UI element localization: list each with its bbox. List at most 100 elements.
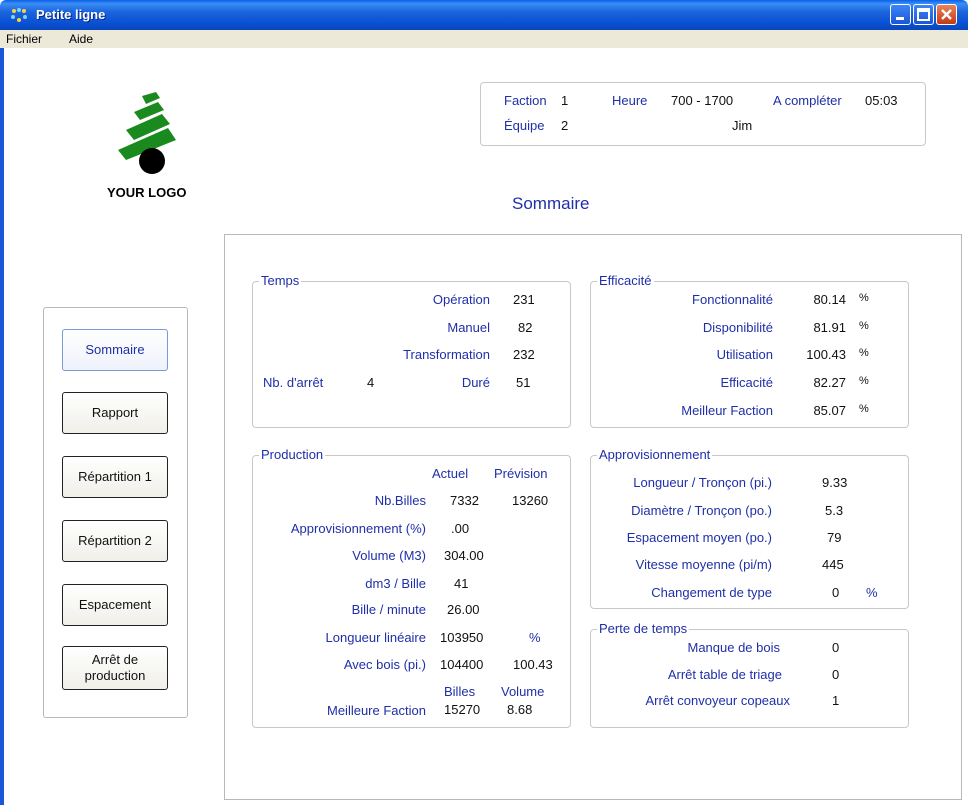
meilleur-faction-value: 85.07	[813, 403, 846, 418]
diametre-troncon-label: Diamètre / Tronçon (po.)	[631, 503, 772, 518]
operation-label: Opération	[432, 292, 490, 307]
col-actuel-header: Actuel	[432, 466, 469, 481]
efficacite-title: Efficacité	[597, 273, 654, 288]
col-prevision-header: Prévision	[494, 466, 548, 481]
equipe-label: Équipe	[504, 118, 545, 133]
production-title: Production	[259, 447, 326, 462]
transformation-label: Transformation	[403, 347, 490, 362]
arret-convoyeur-value: 1	[832, 693, 840, 708]
vitesse-moyenne-label: Vitesse moyenne (pi/m)	[635, 557, 772, 572]
arret-table-triage-value: 0	[832, 667, 840, 682]
fonctionnalite-value: 80.14	[813, 292, 846, 307]
nav-button-repartition-1[interactable]: Répartition 1	[62, 456, 168, 498]
approvisionnement-title: Approvisionnement	[597, 447, 713, 462]
meilleur-faction-label: Meilleur Faction	[681, 403, 773, 418]
utilisation-label: Utilisation	[716, 347, 773, 362]
volume-label: Volume (M3)	[352, 548, 426, 563]
arret-table-triage-label: Arrêt table de triage	[667, 667, 782, 682]
espacement-moyen-label: Espacement moyen (po.)	[626, 530, 772, 545]
manque-bois-value: 0	[832, 640, 840, 655]
longueur-troncon-value: 9.33	[822, 475, 848, 490]
operation-value: 231	[513, 292, 535, 307]
menu-aide[interactable]: Aide	[69, 32, 93, 46]
perte-temps-title: Perte de temps	[597, 621, 690, 636]
manque-bois-label: Manque de bois	[687, 640, 780, 655]
app-icon	[11, 8, 27, 22]
close-icon	[941, 9, 952, 20]
nav-button-espacement[interactable]: Espacement	[62, 584, 168, 626]
nav-button-arret-production[interactable]: Arrêt de production	[62, 646, 168, 690]
col-billes-header: Billes	[444, 684, 476, 699]
meilleure-faction-volume: 8.68	[507, 702, 533, 717]
maximize-icon	[917, 8, 930, 21]
longueur-lineaire-actuel: 103950	[440, 630, 484, 645]
fonctionnalite-label: Fonctionnalité	[692, 292, 773, 307]
col-volume-header: Volume	[501, 684, 545, 699]
faction-value: 1	[561, 93, 569, 108]
arret-convoyeur-label: Arrêt convoyeur copeaux	[645, 693, 790, 708]
vitesse-moyenne-value: 445	[822, 557, 844, 572]
utilisation-unit: %	[859, 347, 869, 359]
nav-button-repartition-2[interactable]: Répartition 2	[62, 520, 168, 562]
page-title: Sommaire	[512, 194, 590, 213]
meilleure-faction-label: Meilleure Faction	[327, 703, 426, 718]
changement-type-value: 0	[832, 585, 840, 600]
manuel-label: Manuel	[447, 320, 490, 335]
changement-type-label: Changement de type	[651, 585, 772, 600]
longueur-lineaire-pct: %	[529, 630, 541, 645]
nb-arret-value: 4	[367, 375, 375, 390]
nav-button-sommaire[interactable]: Sommaire	[62, 329, 168, 371]
equipe-name: Jim	[732, 118, 753, 133]
nb-billes-prevision: 13260	[512, 493, 549, 508]
dure-label: Duré	[461, 375, 490, 390]
logo-text: YOUR LOGO	[107, 185, 187, 200]
title-bar[interactable]	[0, 0, 968, 30]
disponibilite-value: 81.91	[813, 320, 846, 335]
equipe-value: 2	[561, 118, 569, 133]
avec-bois-prevision: 100.43	[513, 657, 553, 672]
logo-icon	[118, 92, 176, 174]
nav-button-rapport[interactable]: Rapport	[62, 392, 168, 434]
fonctionnalite-unit: %	[859, 292, 869, 304]
approvisionnement-pct-label: Approvisionnement (%)	[290, 521, 426, 536]
efficacite-label: Efficacité	[720, 375, 773, 390]
acompleter-value: 05:03	[865, 93, 898, 108]
bille-minute-label: Bille / minute	[351, 602, 426, 617]
minimize-button[interactable]	[890, 4, 911, 25]
dm3-bille-actuel: 41	[454, 576, 469, 591]
shift-info-panel	[480, 82, 926, 146]
minimize-icon	[896, 17, 904, 20]
meilleur-faction-unit: %	[859, 403, 869, 415]
temps-title: Temps	[259, 273, 302, 288]
menu-fichier[interactable]: Fichier	[6, 32, 42, 46]
approvisionnement-pct-actuel: .00	[451, 521, 470, 536]
dure-value: 51	[516, 375, 531, 390]
disponibilite-unit: %	[859, 320, 869, 332]
avec-bois-actuel: 104400	[440, 657, 484, 672]
bille-minute-actuel: 26.00	[447, 602, 480, 617]
close-button[interactable]	[936, 4, 957, 25]
changement-type-unit: %	[866, 585, 878, 600]
meilleure-faction-billes: 15270	[444, 702, 481, 717]
longueur-troncon-label: Longueur / Tronçon (pi.)	[633, 475, 772, 490]
diametre-troncon-value: 5.3	[825, 503, 844, 518]
nb-arret-label: Nb. d'arrêt	[263, 375, 324, 390]
window-border	[0, 48, 4, 805]
menu-bar	[0, 30, 968, 48]
utilisation-value: 100.43	[806, 347, 846, 362]
nb-billes-label: Nb.Billes	[374, 493, 426, 508]
transformation-value: 232	[513, 347, 535, 362]
faction-label: Faction	[504, 93, 547, 108]
acompleter-label: A compléter	[773, 93, 842, 108]
heure-value: 700 - 1700	[671, 93, 734, 108]
avec-bois-label: Avec bois (pi.)	[343, 657, 426, 672]
volume-actuel: 304.00	[444, 548, 484, 563]
efficacite-value: 82.27	[813, 375, 846, 390]
efficacite-unit: %	[859, 375, 869, 387]
longueur-lineaire-label: Longueur linéaire	[325, 630, 426, 645]
manuel-value: 82	[518, 320, 533, 335]
disponibilite-label: Disponibilité	[702, 320, 773, 335]
maximize-button[interactable]	[913, 4, 934, 25]
dm3-bille-label: dm3 / Bille	[365, 576, 426, 591]
heure-label: Heure	[612, 93, 648, 108]
